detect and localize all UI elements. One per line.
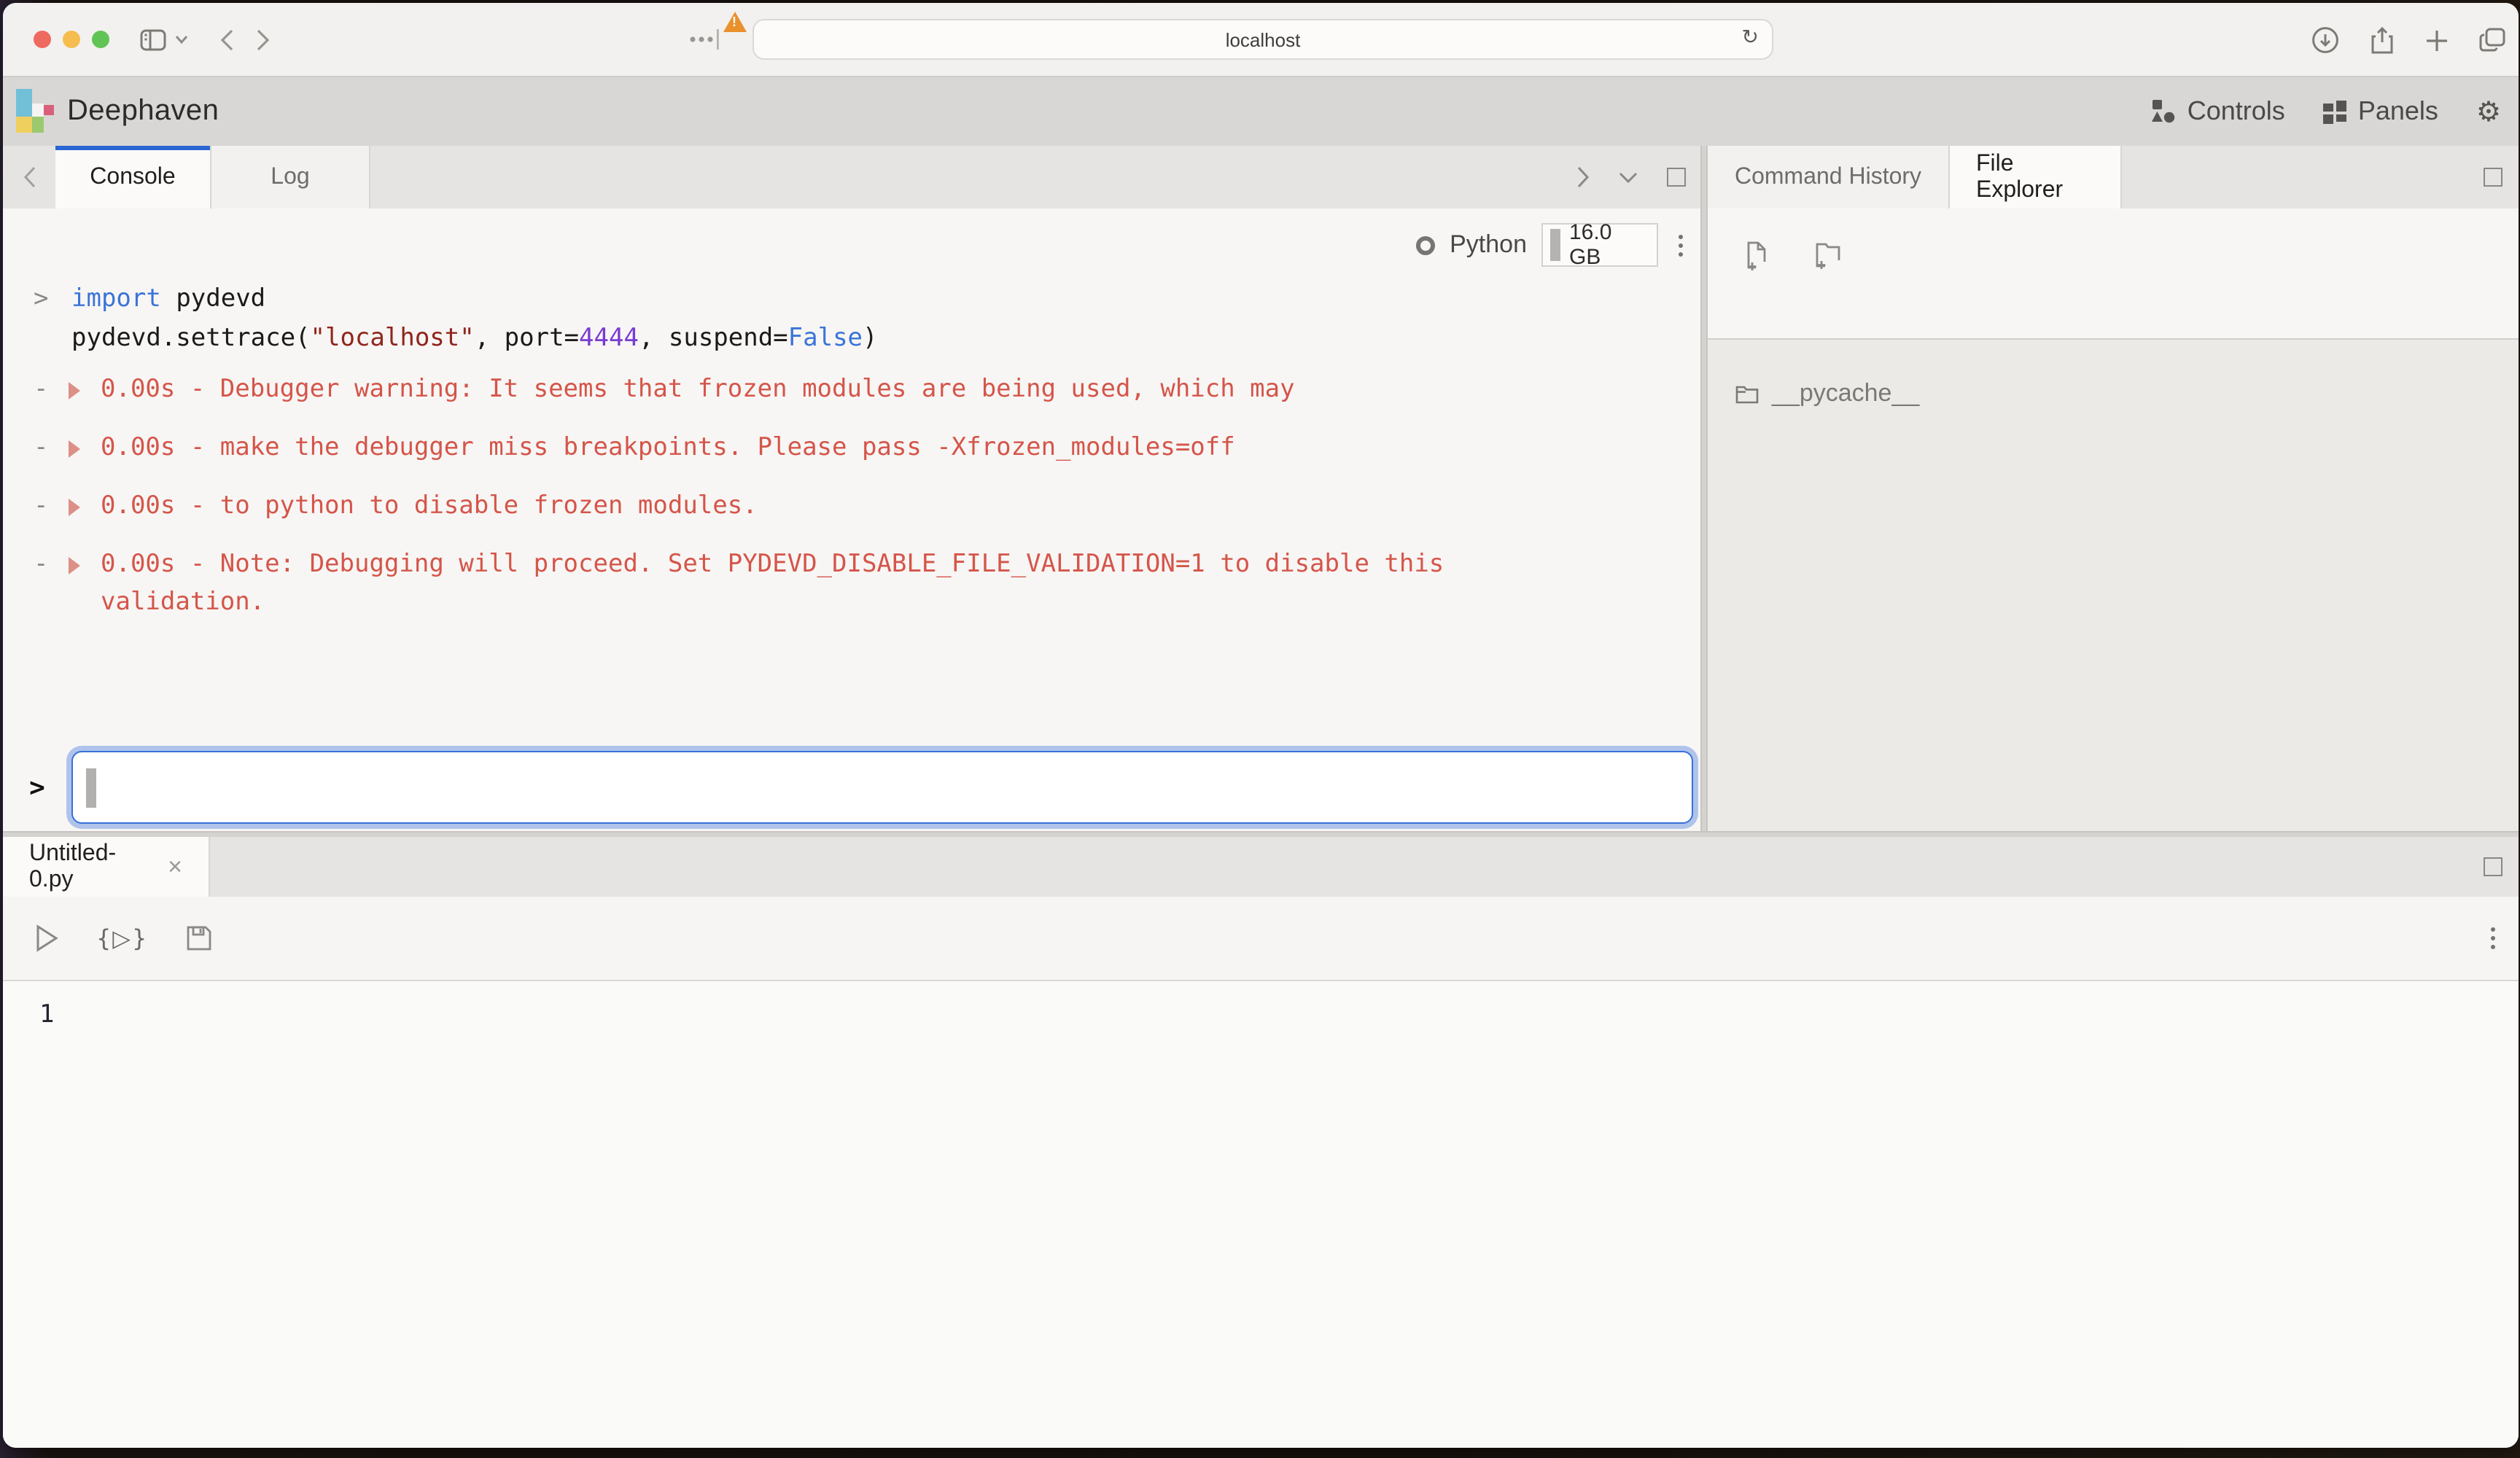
explorer-maximize-icon[interactable]: [2484, 168, 2502, 187]
tabs-scroll-right-icon[interactable]: [1576, 166, 1590, 188]
close-window-button[interactable]: [34, 31, 51, 48]
panels-label: Panels: [2358, 96, 2438, 127]
console-body: Python 16.0 GB >import pydevdpydevd.sett…: [3, 208, 1700, 831]
editor-tabstrip: Untitled-0.py ×: [3, 837, 2519, 897]
deephaven-logo-icon: [16, 89, 54, 134]
page-settings-icon[interactable]: [688, 28, 720, 51]
tab-log[interactable]: Log: [211, 146, 370, 208]
horizontal-splitter[interactable]: [3, 831, 2519, 837]
console-panel: Console Log: [3, 146, 1700, 831]
browser-window: localhost ↻: [3, 3, 2519, 1448]
console-maximize-icon[interactable]: [1667, 168, 1686, 187]
console-input-row: >: [3, 751, 1700, 824]
console-log-entries: -0.00s - Debugger warning: It seems that…: [34, 370, 1598, 621]
line-number: 1: [39, 999, 2519, 1031]
desktop: localhost ↻: [0, 0, 2520, 1458]
file-list-item[interactable]: __pycache__: [1708, 375, 2519, 413]
run-selection-icon[interactable]: {▷}: [96, 924, 148, 952]
log-expand-icon[interactable]: [69, 557, 80, 574]
forward-button[interactable]: [257, 28, 270, 50]
sidebar-chevron-down-icon[interactable]: [175, 35, 188, 44]
app-title: Deephaven: [67, 95, 219, 128]
code-line: >import pydevd: [34, 280, 1598, 319]
back-button[interactable]: [220, 28, 233, 50]
tab-log-label: Log: [271, 164, 309, 190]
workspace: Console Log: [3, 146, 2519, 1448]
explorer-toolbar: [1708, 208, 2519, 340]
tab-console-label: Console: [90, 164, 175, 190]
address-bar[interactable]: localhost ↻: [752, 19, 1773, 60]
minimize-window-button[interactable]: [63, 31, 80, 48]
new-file-icon[interactable]: [1743, 241, 1769, 271]
new-folder-icon[interactable]: [1814, 241, 1843, 270]
folder-icon: [1735, 384, 1759, 403]
app-header: Deephaven Controls Panels: [3, 77, 2519, 146]
tab-overview-icon[interactable]: [2479, 28, 2505, 52]
log-expand-icon[interactable]: [69, 440, 80, 458]
refresh-icon[interactable]: ↻: [1742, 26, 1759, 50]
zoom-window-button[interactable]: [92, 31, 109, 48]
controls-label: Controls: [2188, 96, 2285, 127]
file-list: __pycache__: [1708, 340, 2519, 831]
log-entry: -0.00s - Debugger warning: It seems that…: [34, 370, 1598, 408]
file-name: __pycache__: [1772, 379, 1919, 408]
panel-splitter[interactable]: [1700, 146, 1708, 831]
log-expand-icon[interactable]: [69, 499, 80, 516]
url-text: localhost: [1226, 28, 1301, 50]
tabs-list-chevron-down-icon[interactable]: [1619, 171, 1638, 183]
editor-toolbar: {▷}: [3, 897, 2519, 981]
editor-maximize-icon[interactable]: [2484, 857, 2502, 876]
console-input[interactable]: [71, 751, 1693, 824]
browser-toolbar: localhost ↻: [3, 3, 2519, 77]
tab-file-explorer-label: File Explorer: [1976, 151, 2094, 203]
tab-close-icon[interactable]: ×: [168, 854, 182, 879]
command-code-lines: >import pydevdpydevd.settrace("localhost…: [34, 280, 1598, 359]
settings-gear-icon[interactable]: ⚙: [2476, 95, 2501, 128]
run-icon[interactable]: [35, 924, 58, 952]
code-editor[interactable]: 1: [3, 981, 2519, 1448]
log-entry: -0.00s - Note: Debugging will proceed. S…: [34, 545, 1598, 621]
controls-button[interactable]: Controls: [2151, 96, 2285, 127]
editor-panel: Untitled-0.py × {▷}: [3, 837, 2519, 1448]
controls-icon: [2151, 99, 2176, 124]
new-tab-icon[interactable]: [2425, 28, 2449, 52]
warning-triangle-icon[interactable]: [723, 12, 747, 32]
log-expand-icon[interactable]: [69, 382, 80, 399]
console-command-entry: >import pydevdpydevd.settrace("localhost…: [34, 280, 1598, 359]
downloads-icon[interactable]: [2311, 26, 2339, 54]
console-tabstrip: Console Log: [3, 146, 1700, 208]
console-prompt: >: [3, 772, 71, 803]
explorer-tabstrip: Command History File Explorer: [1708, 146, 2519, 208]
share-icon[interactable]: [2370, 26, 2395, 55]
editor-overflow-menu-icon[interactable]: [2485, 921, 2501, 955]
log-entry: -0.00s - to python to disable frozen mod…: [34, 487, 1598, 525]
tab-untitled-file[interactable]: Untitled-0.py ×: [3, 837, 210, 897]
file-explorer-panel: Command History File Explorer: [1708, 146, 2519, 831]
tab-untitled-file-label: Untitled-0.py: [29, 841, 158, 893]
console-history: >import pydevdpydevd.settrace("localhost…: [3, 208, 1700, 741]
header-actions: Controls Panels ⚙: [2151, 95, 2501, 128]
panels-icon: [2323, 100, 2346, 123]
tabs-scroll-left-icon[interactable]: [3, 146, 55, 208]
panels-button[interactable]: Panels: [2323, 96, 2438, 127]
tab-command-history[interactable]: Command History: [1708, 146, 1950, 208]
browser-actions: [2311, 3, 2505, 77]
window-controls: [34, 31, 109, 48]
tab-file-explorer[interactable]: File Explorer: [1950, 146, 2122, 208]
tab-command-history-label: Command History: [1735, 164, 1921, 190]
save-icon[interactable]: [186, 926, 211, 951]
code-line: pydevd.settrace("localhost", port=4444, …: [34, 319, 1598, 359]
top-panels-row: Console Log: [3, 146, 2519, 831]
log-entry: -0.00s - make the debugger miss breakpoi…: [34, 429, 1598, 467]
console-caret: [86, 768, 96, 808]
sidebar-toggle-icon[interactable]: [140, 28, 166, 50]
tab-console[interactable]: Console: [55, 146, 211, 208]
